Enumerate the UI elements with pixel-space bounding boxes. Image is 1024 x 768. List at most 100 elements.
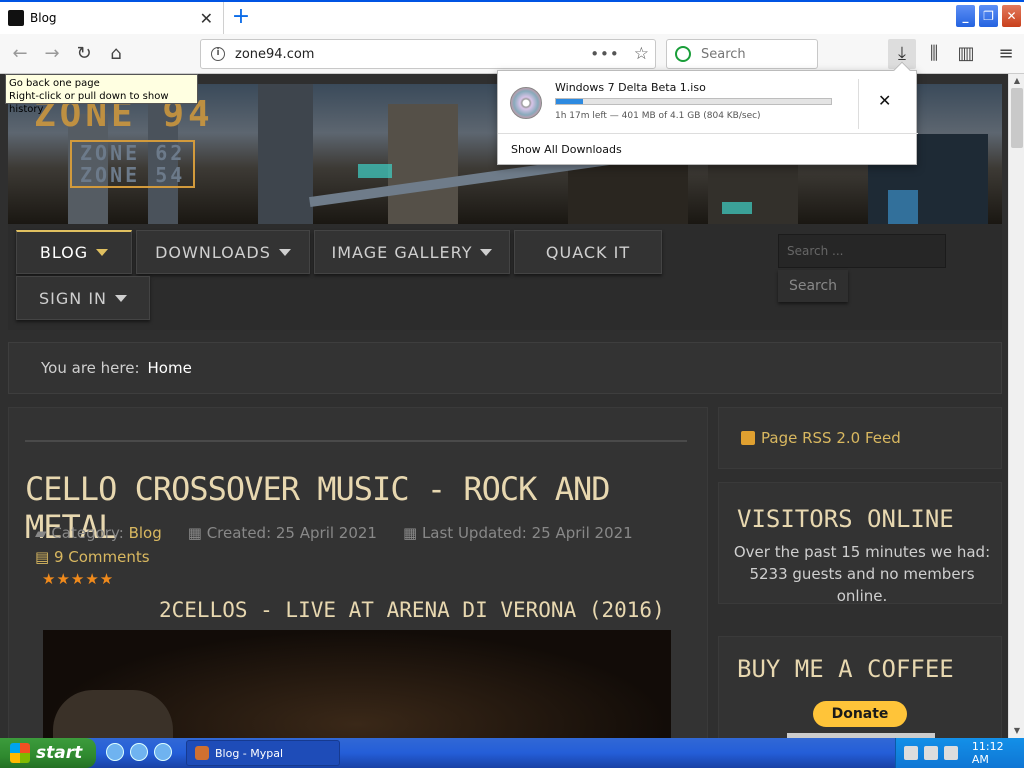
- back-button-tooltip: Go back one page Right-click or pull dow…: [5, 74, 198, 115]
- windows-flag-icon: [10, 743, 30, 763]
- breadcrumb-home: Home: [147, 359, 192, 377]
- start-button[interactable]: start: [0, 738, 96, 768]
- keyboard-icon[interactable]: [904, 746, 918, 760]
- caret-down-icon: [96, 249, 109, 256]
- tab-title: Blog: [30, 11, 57, 25]
- breadcrumb: You are here: Home: [8, 342, 1002, 394]
- donate-button[interactable]: Donate: [813, 701, 907, 727]
- scroll-up-arrow-icon[interactable]: ▲: [1009, 74, 1024, 88]
- ie-icon[interactable]: [106, 743, 124, 761]
- visitors-online-module: VISITORS ONLINE Over the past 15 minutes…: [718, 482, 1002, 605]
- caret-down-icon: [480, 248, 493, 256]
- security-shield-icon[interactable]: [943, 746, 958, 760]
- updated-text: Last Updated: 25 April 2021: [421, 524, 633, 542]
- rating-stars[interactable]: ★★★★★: [42, 570, 114, 588]
- visitors-text: Over the past 15 minutes we had: 5233 gu…: [733, 543, 991, 605]
- logo-sub-line-2: ZONE 54: [80, 163, 186, 187]
- created-text: Created: 25 April 2021: [206, 524, 377, 542]
- taskbar-button-browser[interactable]: Blog - Mypal: [186, 740, 340, 766]
- category-meta: ▰ Category: Blog: [35, 524, 162, 542]
- updated-date: ▦ Last Updated: 25 April 2021: [403, 524, 633, 542]
- buy-me-a-coffee-module: BUY ME A COFFEE Donate: [718, 636, 1002, 738]
- tab-strip: Blog ✕ + _ ❐ ✕: [0, 0, 1024, 34]
- comments-link[interactable]: ▤ 9 Comments: [35, 548, 150, 566]
- home-icon[interactable]: ⌂: [104, 42, 128, 66]
- cancel-download-icon[interactable]: ✕: [878, 91, 891, 110]
- close-tab-icon[interactable]: ✕: [200, 9, 213, 28]
- download-file-name[interactable]: Windows 7 Delta Beta 1.iso: [555, 81, 706, 94]
- browser-app-icon: [195, 746, 209, 760]
- site-favicon-icon: [8, 10, 24, 26]
- show-all-downloads-button[interactable]: Show All Downloads: [511, 143, 622, 156]
- rss-feed-link[interactable]: Page RSS 2.0 Feed: [718, 407, 1002, 469]
- site-main-menu: BLOG DOWNLOADS IMAGE GALLERY QUACK IT SI…: [8, 224, 1002, 330]
- page-scrollbar[interactable]: ▲ ▼: [1008, 74, 1024, 738]
- rss-icon: [741, 431, 755, 445]
- caret-down-icon: [278, 248, 291, 256]
- menu-item-sign-in[interactable]: SIGN IN: [16, 276, 150, 320]
- menu-item-image-gallery[interactable]: IMAGE GALLERY: [314, 230, 510, 274]
- taskbar: start Blog - Mypal 11:12 AM: [0, 738, 1024, 768]
- bookmark-star-icon[interactable]: ☆: [634, 44, 649, 64]
- calendar-icon: ▦: [402, 524, 422, 542]
- info-icon[interactable]: i: [211, 47, 225, 61]
- restore-button[interactable]: ❐: [978, 4, 999, 28]
- breadcrumb-prefix: You are here:: [41, 359, 140, 377]
- created-date: ▦ Created: 25 April 2021: [188, 524, 377, 542]
- menu-hamburger-icon[interactable]: ≡: [994, 42, 1018, 66]
- media-player-icon[interactable]: [154, 743, 172, 761]
- site-search-input[interactable]: Search ...: [778, 234, 946, 268]
- new-tab-button[interactable]: +: [228, 4, 254, 30]
- divider: [25, 440, 687, 442]
- menu-item-blog[interactable]: BLOG: [16, 230, 132, 274]
- sidebar-icon[interactable]: ▥: [954, 42, 978, 66]
- back-arrow-icon[interactable]: ←: [8, 42, 32, 66]
- article: CELLO CROSSOVER MUSIC - ROCK AND METAL ▰…: [8, 407, 708, 738]
- menu-item-downloads[interactable]: DOWNLOADS: [136, 230, 310, 274]
- scrollbar-thumb[interactable]: [1011, 88, 1023, 148]
- site-search-button[interactable]: Search: [778, 270, 848, 302]
- window-controls: _ ❐ ✕: [955, 4, 1022, 28]
- browser-window: Blog ✕ + _ ❐ ✕ ← → ↻ ⌂ i zone94.com ••• …: [0, 0, 1024, 738]
- download-progress-fill: [556, 99, 583, 104]
- tab-blog[interactable]: Blog ✕: [0, 2, 224, 34]
- start-label: start: [36, 743, 83, 763]
- logo-sub-line-1: ZONE 62: [80, 141, 186, 165]
- address-bar[interactable]: i zone94.com ••• ☆: [200, 39, 656, 69]
- taskbar-button-label: Blog - Mypal: [215, 746, 284, 760]
- outlook-icon[interactable]: [130, 743, 148, 761]
- download-progress-bar: [555, 98, 832, 105]
- system-tray: 11:12 AM: [895, 738, 1024, 768]
- minimize-button[interactable]: _: [955, 4, 976, 28]
- caret-down-icon: [115, 294, 127, 302]
- comment-icon: ▤: [35, 548, 54, 566]
- clock[interactable]: 11:12 AM: [972, 740, 1024, 766]
- network-icon[interactable]: [923, 746, 938, 760]
- browser-search-input[interactable]: [701, 46, 811, 62]
- category-label: Category:: [51, 524, 124, 542]
- folder-icon: ▰: [35, 524, 52, 542]
- reload-icon[interactable]: ↻: [72, 42, 96, 66]
- disc-image-icon: [510, 87, 542, 119]
- article-meta: ▰ Category: Blog ▦ Created: 25 April 202…: [35, 524, 633, 542]
- close-window-button[interactable]: ✕: [1001, 4, 1022, 28]
- menu-item-label: SIGN IN: [38, 288, 107, 308]
- tooltip-line-2: Right-click or pull down to show history: [9, 91, 169, 115]
- video-player[interactable]: [43, 630, 671, 738]
- site-logo-sub: ZONE 62 ZONE 54: [70, 140, 196, 188]
- menu-item-quack-it[interactable]: QUACK IT: [514, 230, 662, 274]
- menu-item-label: IMAGE GALLERY: [331, 242, 473, 262]
- rss-label: Page RSS 2.0 Feed: [761, 429, 901, 447]
- page-actions-icon[interactable]: •••: [590, 45, 620, 63]
- downloads-panel: Windows 7 Delta Beta 1.iso 1h 17m left —…: [497, 61, 918, 165]
- browser-search-box[interactable]: [666, 39, 818, 69]
- menu-item-label: DOWNLOADS: [155, 242, 271, 262]
- scroll-down-arrow-icon[interactable]: ▼: [1009, 724, 1024, 738]
- tooltip-line-1: Go back one page: [9, 78, 100, 89]
- forward-arrow-icon[interactable]: →: [40, 42, 64, 66]
- url-text[interactable]: zone94.com: [235, 47, 590, 62]
- category-link[interactable]: Blog: [129, 524, 162, 542]
- quick-launch: [106, 743, 172, 761]
- library-icon[interactable]: ⫼: [922, 42, 946, 66]
- navigation-toolbar: ← → ↻ ⌂ i zone94.com ••• ☆ ⤓ ⫼ ▥ ≡: [0, 34, 1024, 74]
